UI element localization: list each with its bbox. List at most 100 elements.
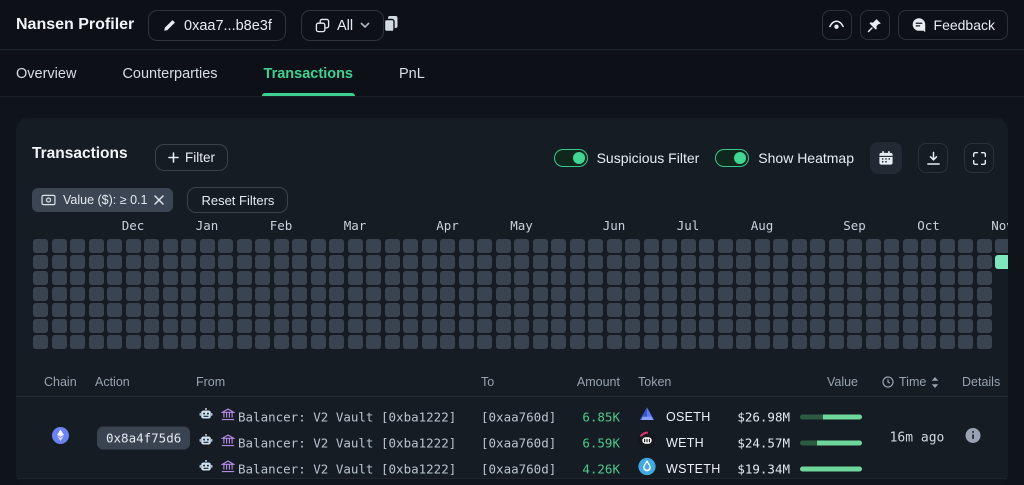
heatmap-cell[interactable] <box>865 239 881 253</box>
heatmap-cell[interactable] <box>218 287 233 301</box>
show-heatmap-toggle[interactable]: Show Heatmap <box>715 149 854 167</box>
heatmap-cell[interactable] <box>125 271 141 285</box>
heatmap-cell[interactable] <box>162 287 178 301</box>
heatmap-cell[interactable] <box>606 303 622 317</box>
heatmap-cell[interactable] <box>329 319 344 333</box>
heatmap-cell[interactable] <box>680 303 696 317</box>
heatmap-cell[interactable] <box>717 271 733 285</box>
heatmap-cell[interactable] <box>107 335 122 349</box>
heatmap-cell[interactable] <box>88 335 104 349</box>
heatmap-cell[interactable] <box>995 255 1008 269</box>
heatmap-cell[interactable] <box>292 319 307 333</box>
heatmap-cell[interactable] <box>680 287 696 301</box>
heatmap-cell[interactable] <box>33 303 48 317</box>
heatmap-cell[interactable] <box>33 287 48 301</box>
heatmap-cell[interactable] <box>736 287 751 301</box>
heatmap-cell[interactable] <box>569 239 585 253</box>
heatmap-cell[interactable] <box>181 239 196 253</box>
heatmap-cell[interactable] <box>791 255 807 269</box>
heatmap-cell[interactable] <box>902 287 918 301</box>
heatmap-cell[interactable] <box>310 255 326 269</box>
heatmap-cell[interactable] <box>477 319 492 333</box>
tab-overview[interactable]: Overview <box>16 51 76 96</box>
heatmap-cell[interactable] <box>958 239 973 253</box>
heatmap-cell[interactable] <box>588 287 603 301</box>
heatmap-cell[interactable] <box>144 303 159 317</box>
download-button[interactable] <box>918 143 948 173</box>
col-chain[interactable]: Chain <box>44 375 77 389</box>
heatmap-cell[interactable] <box>366 255 381 269</box>
heatmap-cell[interactable] <box>366 239 381 253</box>
heatmap-cell[interactable] <box>810 319 825 333</box>
heatmap-cell[interactable] <box>588 335 603 349</box>
heatmap-cell[interactable] <box>70 239 85 253</box>
remove-filter-icon[interactable] <box>154 195 165 205</box>
heatmap-cell[interactable] <box>33 239 48 253</box>
heatmap-cell[interactable] <box>70 319 85 333</box>
heatmap-cell[interactable] <box>551 271 566 285</box>
heatmap-cell[interactable] <box>477 255 492 269</box>
heatmap-cell[interactable] <box>847 303 862 317</box>
heatmap-cell[interactable] <box>606 319 622 333</box>
heatmap-cell[interactable] <box>51 319 67 333</box>
heatmap-cell[interactable] <box>107 287 122 301</box>
heatmap-cell[interactable] <box>921 319 936 333</box>
feedback-button[interactable]: Feedback <box>897 10 1008 40</box>
fullscreen-button[interactable] <box>964 143 994 173</box>
heatmap-cell[interactable] <box>292 335 307 349</box>
heatmap-cell[interactable] <box>51 255 67 269</box>
heatmap-cell[interactable] <box>495 319 511 333</box>
heatmap-cell[interactable] <box>329 271 344 285</box>
heatmap-cell[interactable] <box>384 335 400 349</box>
heatmap-cell[interactable] <box>440 303 455 317</box>
heatmap-cell[interactable] <box>125 239 141 253</box>
tab-transactions[interactable]: Transactions <box>261 51 356 96</box>
heatmap-cell[interactable] <box>88 271 104 285</box>
heatmap-cell[interactable] <box>181 335 196 349</box>
heatmap-cell[interactable] <box>255 335 270 349</box>
heatmap-cell[interactable] <box>662 271 677 285</box>
heatmap-cell[interactable] <box>736 303 751 317</box>
heatmap-cell[interactable] <box>865 287 881 301</box>
heatmap-cell[interactable] <box>643 287 659 301</box>
heatmap-cell[interactable] <box>514 239 529 253</box>
heatmap-cell[interactable] <box>88 255 104 269</box>
sort-icon[interactable] <box>931 376 939 388</box>
heatmap-cell[interactable] <box>514 303 529 317</box>
heatmap-cell[interactable] <box>403 319 418 333</box>
heatmap-cell[interactable] <box>125 303 141 317</box>
heatmap-cell[interactable] <box>717 319 733 333</box>
heatmap-cell[interactable] <box>828 271 844 285</box>
heatmap-cell[interactable] <box>125 335 141 349</box>
heatmap-cell[interactable] <box>921 255 936 269</box>
heatmap-cell[interactable] <box>218 239 233 253</box>
heatmap-cell[interactable] <box>384 271 400 285</box>
pin-button[interactable] <box>859 10 890 40</box>
heatmap-cell[interactable] <box>144 255 159 269</box>
add-filter-button[interactable]: Filter <box>155 144 228 171</box>
value-filter-chip[interactable]: Value ($): ≥ 0.1 <box>32 188 174 212</box>
heatmap-cell[interactable] <box>199 255 215 269</box>
heatmap-cell[interactable] <box>273 319 289 333</box>
heatmap-cell[interactable] <box>921 287 936 301</box>
heatmap-cell[interactable] <box>403 303 418 317</box>
heatmap-cell[interactable] <box>255 319 270 333</box>
heatmap-cell[interactable] <box>569 271 585 285</box>
heatmap-cell[interactable] <box>33 255 48 269</box>
heatmap-cell[interactable] <box>976 303 992 317</box>
heatmap-cell[interactable] <box>347 271 363 285</box>
heatmap-cell[interactable] <box>699 271 714 285</box>
heatmap-cell[interactable] <box>958 303 973 317</box>
heatmap-cell[interactable] <box>551 303 566 317</box>
heatmap-cell[interactable] <box>107 239 122 253</box>
heatmap-cell[interactable] <box>939 303 955 317</box>
heatmap-cell[interactable] <box>218 319 233 333</box>
heatmap-cell[interactable] <box>199 271 215 285</box>
heatmap-cell[interactable] <box>51 303 67 317</box>
heatmap-cell[interactable] <box>218 271 233 285</box>
heatmap-cell[interactable] <box>107 255 122 269</box>
heatmap-cell[interactable] <box>384 255 400 269</box>
suspicious-filter-toggle[interactable]: Suspicious Filter <box>553 149 699 167</box>
heatmap-cell[interactable] <box>717 239 733 253</box>
heatmap-cell[interactable] <box>976 319 992 333</box>
